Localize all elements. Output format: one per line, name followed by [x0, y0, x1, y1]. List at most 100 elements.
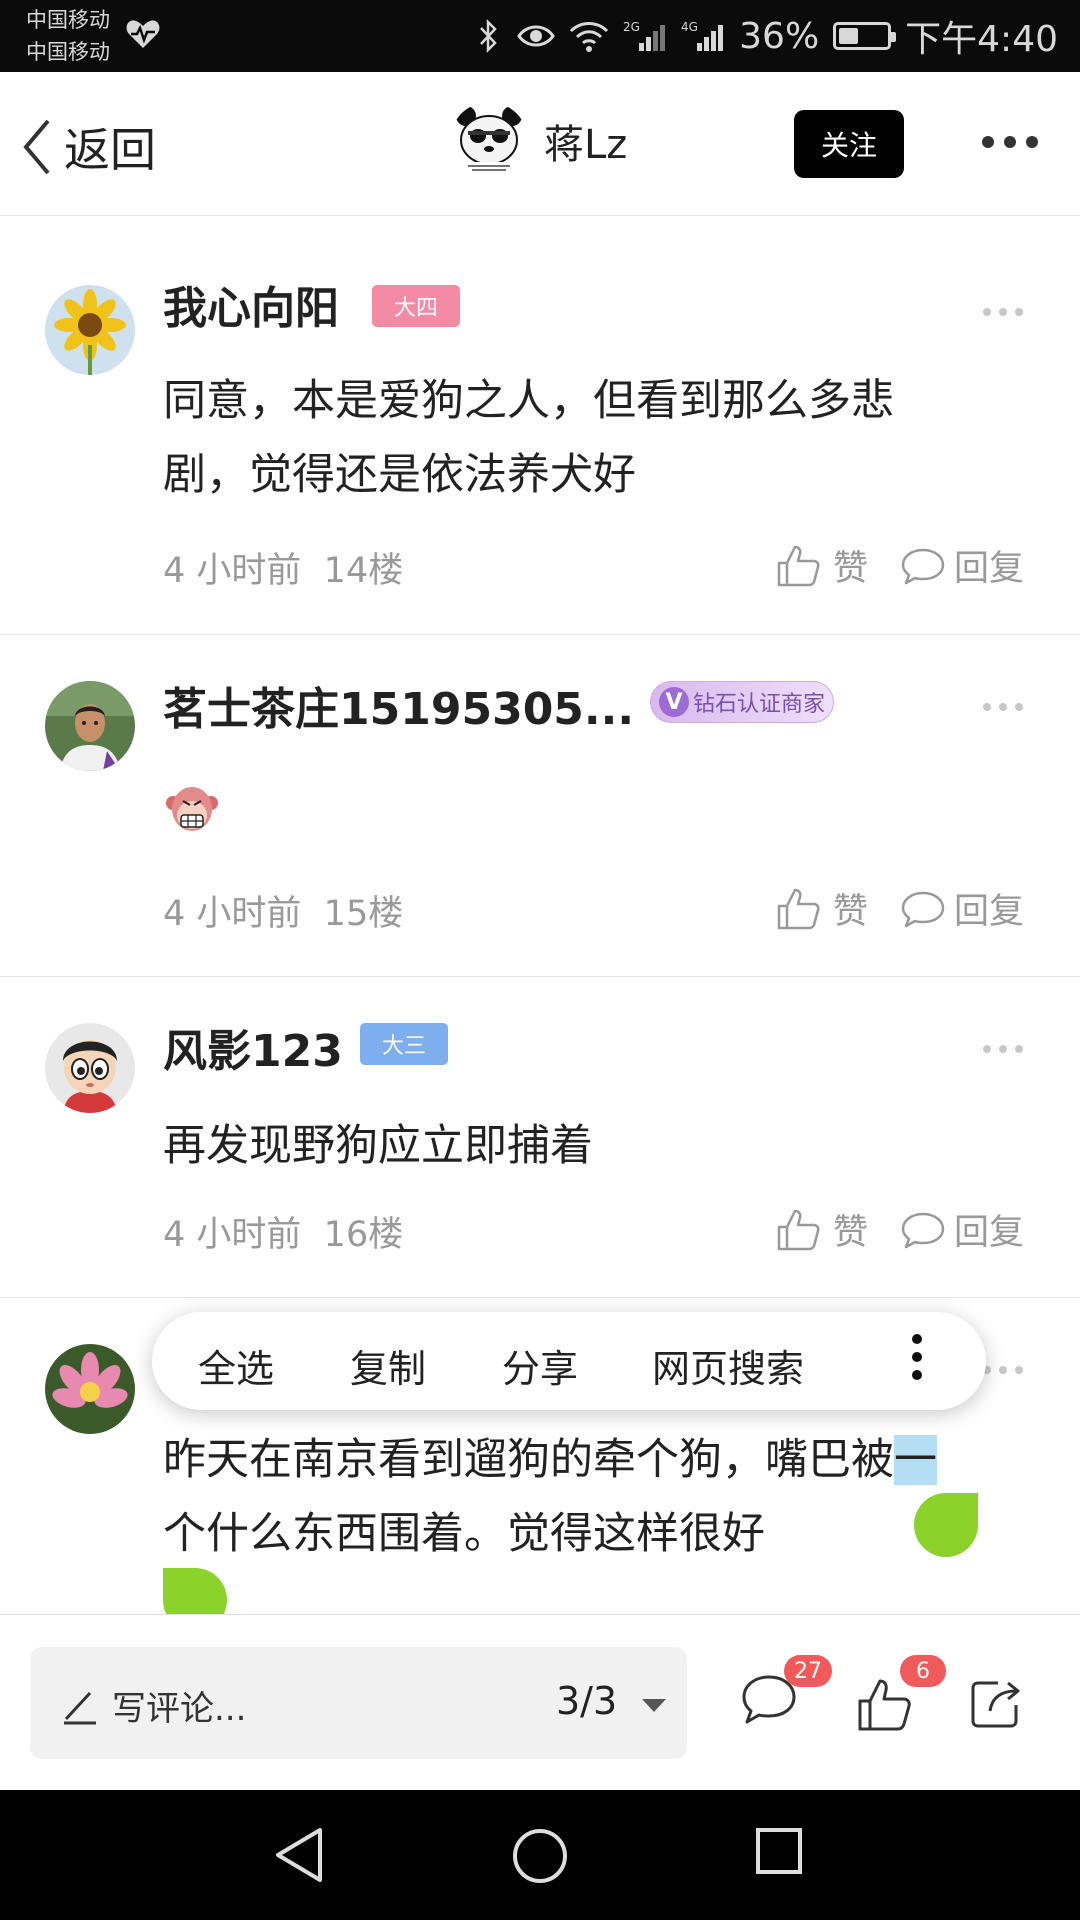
nav-recents-icon[interactable]: [754, 1826, 804, 1876]
man-photo-avatar-icon: [45, 681, 135, 771]
comment-item: 茗士茶庄15195305... V 钻石认证商家 4 小时前 15楼 赞 回复: [0, 635, 1080, 977]
back-button[interactable]: 返回: [20, 114, 156, 180]
reply-button[interactable]: 回复: [900, 1204, 1024, 1255]
reply-label: 回复: [954, 892, 1025, 932]
web-search-option[interactable]: 网页搜索: [652, 1338, 804, 1393]
lotus-avatar-icon: [45, 1344, 135, 1434]
like-count-badge: 6: [900, 1655, 946, 1687]
comment-floor: 15楼: [323, 894, 404, 934]
share-icon[interactable]: [968, 1675, 1024, 1731]
status-time: 下午4:40: [905, 19, 1058, 60]
comment-meta: 4 小时前 15楼: [163, 885, 403, 936]
chevron-left-icon: [23, 119, 50, 175]
carrier-label-2: 中国移动: [26, 40, 110, 64]
like-label: 赞: [833, 1213, 869, 1253]
comment-time: 4 小时前: [163, 894, 302, 934]
comment-meta: 4 小时前 14楼: [163, 542, 403, 593]
page-indicator[interactable]: 3/3: [556, 1679, 617, 1723]
like-label: 赞: [833, 549, 869, 589]
comment-text-line: 同意，本是爱狗之人，但看到那么多悲: [163, 376, 894, 426]
comment-time: 4 小时前: [163, 1215, 302, 1255]
like-button[interactable]: 赞: [775, 540, 868, 591]
system-nav-bar: [0, 1790, 1080, 1920]
selected-text[interactable]: 一: [894, 1435, 937, 1485]
username[interactable]: 风影123: [163, 1015, 343, 1079]
pencil-icon: [64, 1691, 96, 1725]
reply-button[interactable]: 回复: [900, 540, 1024, 591]
sunflower-avatar-icon: [45, 285, 135, 375]
comment-text-line: 再发现野狗应立即捕着: [163, 1121, 593, 1171]
speech-bubble-icon: [901, 1212, 945, 1248]
username[interactable]: 我心向阳: [163, 272, 339, 336]
follow-button[interactable]: 关注: [794, 110, 904, 178]
like-label: 赞: [833, 892, 869, 932]
nav-home-icon[interactable]: [510, 1826, 570, 1886]
comment-more-icon[interactable]: [983, 1045, 1023, 1053]
comment-text: 再发现野狗应立即捕着: [163, 1109, 1043, 1183]
comment-placeholder: 写评论...: [112, 1689, 247, 1729]
comment-text-line: 昨天在南京看到遛狗的牵个狗，嘴巴被一: [163, 1423, 1063, 1497]
signal-2g-icon: 2G: [623, 20, 666, 51]
comment-item: 风影123 大三 再发现野狗应立即捕着 4 小时前 16楼 赞 回复: [0, 977, 1080, 1298]
nav-back-icon[interactable]: [272, 1826, 328, 1884]
user-avatar[interactable]: [45, 681, 135, 771]
author-avatar[interactable]: [450, 102, 528, 180]
status-bar: 中国移动 中国移动 2G 4G 36% 下午4:40: [0, 0, 1080, 72]
grade-badge: 大三: [360, 1023, 448, 1065]
speech-bubble-icon: [901, 891, 945, 927]
thumbs-up-icon: [777, 888, 820, 929]
cartoon-kid-avatar-icon: [45, 1023, 135, 1113]
wifi-icon: [570, 22, 609, 52]
more-vertical-icon[interactable]: [912, 1334, 922, 1380]
comment-time: 4 小时前: [163, 551, 302, 591]
copy-option[interactable]: 复制: [350, 1338, 426, 1393]
write-comment-box[interactable]: 写评论... 3/3: [30, 1647, 687, 1759]
comment-more-icon[interactable]: [983, 308, 1023, 316]
thumbs-up-icon[interactable]: [856, 1677, 912, 1733]
like-button[interactable]: 赞: [775, 883, 868, 934]
comment-meta: 4 小时前 16楼: [163, 1206, 403, 1257]
battery-icon: [833, 22, 897, 50]
user-avatar[interactable]: [45, 285, 135, 375]
user-avatar[interactable]: [45, 1344, 135, 1434]
eye-comfort-icon: [517, 25, 555, 47]
battery-percent: 36%: [739, 15, 820, 57]
comment-more-icon[interactable]: [983, 1366, 1023, 1374]
merchant-badge-label: 钻石认证商家: [693, 692, 826, 717]
text-selection-menu: 全选 复制 分享 网页搜索: [152, 1312, 986, 1410]
comment-item: 我心向阳 大四 同意，本是爱狗之人，但看到那么多悲 剧，觉得还是依法养犬好 4 …: [0, 238, 1080, 635]
comment-count-badge: 27: [784, 1655, 832, 1687]
comment-text: 同意，本是爱狗之人，但看到那么多悲 剧，觉得还是依法养犬好: [163, 364, 1043, 512]
heart-pulse-icon: [126, 20, 160, 48]
merchant-badge: V 钻石认证商家: [650, 681, 834, 723]
reply-label: 回复: [954, 1213, 1025, 1253]
vip-v-icon: V: [659, 687, 689, 717]
author-name: 蒋Lz: [544, 122, 628, 168]
like-button[interactable]: 赞: [775, 1204, 868, 1255]
speech-bubble-icon: [901, 548, 945, 584]
svg-text:2G: 2G: [623, 20, 640, 34]
reply-button[interactable]: 回复: [900, 883, 1024, 934]
bottom-action-bar: 写评论... 3/3 27 6: [0, 1614, 1080, 1790]
signal-4g-icon: 4G: [681, 20, 724, 51]
top-nav-bar: 返回 蒋Lz 关注: [0, 72, 1080, 216]
bluetooth-icon: [480, 19, 497, 53]
monkey-emoji-icon: [166, 787, 218, 831]
selection-end-handle[interactable]: [914, 1493, 978, 1557]
svg-text:4G: 4G: [681, 20, 698, 34]
comment-text-segment: 昨天在南京看到遛狗的牵个狗，嘴巴被: [163, 1435, 894, 1485]
reply-label: 回复: [954, 549, 1025, 589]
comment-floor: 16楼: [323, 1215, 404, 1255]
carrier-label-1: 中国移动: [26, 8, 110, 32]
more-options-icon[interactable]: [982, 136, 1038, 148]
username[interactable]: 茗士茶庄15195305...: [163, 673, 634, 737]
user-avatar[interactable]: [45, 1023, 135, 1113]
comment-floor: 14楼: [323, 551, 404, 591]
select-all-option[interactable]: 全选: [198, 1338, 274, 1393]
caret-down-icon[interactable]: [642, 1699, 666, 1712]
share-option[interactable]: 分享: [502, 1338, 578, 1393]
grade-badge: 大四: [372, 285, 460, 327]
comment-more-icon[interactable]: [983, 703, 1023, 711]
author-info[interactable]: 蒋Lz: [450, 102, 627, 180]
comment-text-line: 剧，觉得还是依法养犬好: [163, 450, 636, 500]
